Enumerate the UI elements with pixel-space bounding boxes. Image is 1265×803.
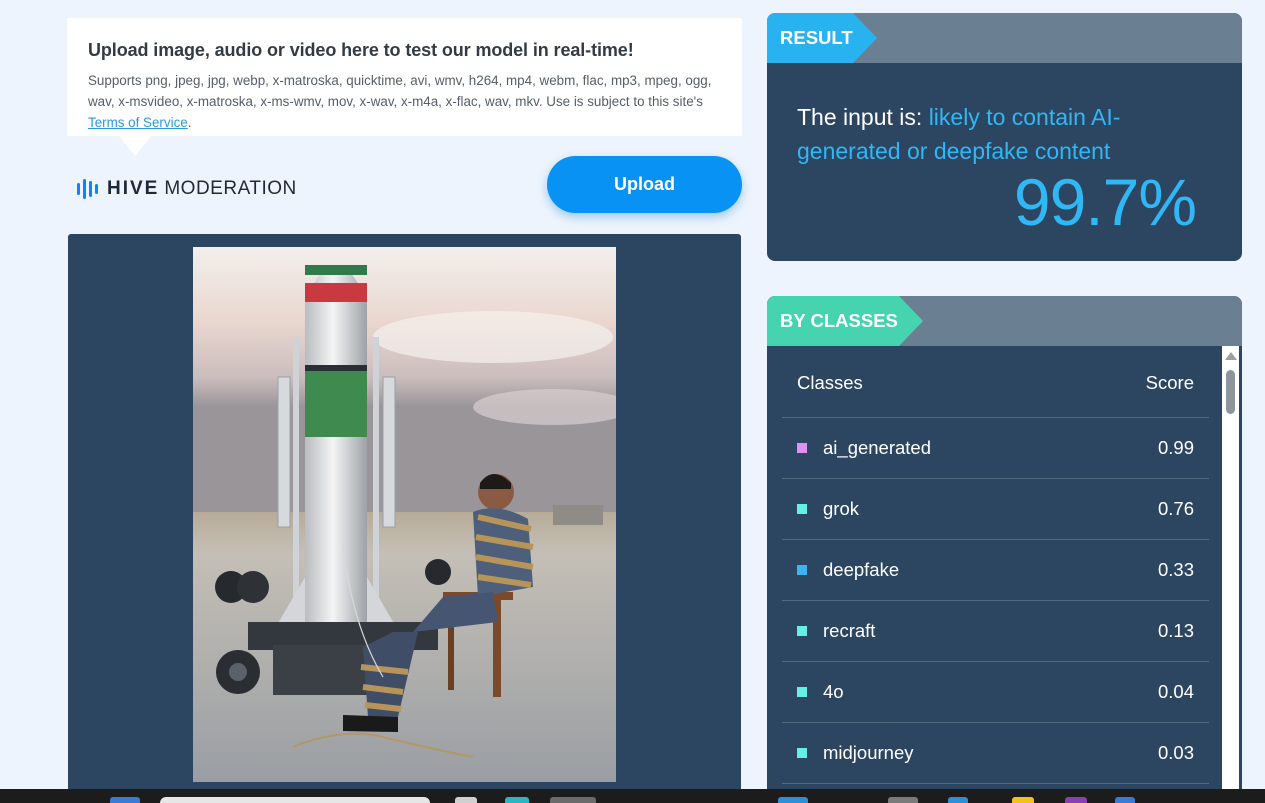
taskbar-windows-icon[interactable] — [110, 797, 140, 803]
class-name: ai_generated — [823, 437, 932, 458]
class-score: 0.03 — [1157, 742, 1194, 763]
terms-suffix: . — [187, 115, 192, 130]
class-color-swatch — [797, 443, 807, 453]
taskbar-app-icon[interactable] — [888, 797, 918, 803]
scroll-up-arrow-icon[interactable] — [1225, 352, 1237, 360]
class-name: 4o — [823, 681, 844, 702]
classes-table: Classes Score ai_generated 0.99 grok 0.7… — [782, 369, 1209, 784]
upload-info-description: Supports png, jpeg, jpg, webp, x-matrosk… — [88, 70, 722, 133]
os-taskbar — [0, 789, 1265, 803]
upload-info-title: Upload image, audio or video here to tes… — [88, 40, 634, 60]
rocket-scene-image — [193, 247, 616, 782]
class-color-swatch — [797, 565, 807, 575]
logo-brand: HIVE — [107, 178, 160, 199]
taskbar-app-icon[interactable] — [455, 797, 477, 803]
audio-bars-icon — [77, 179, 98, 199]
class-score: 0.76 — [1157, 498, 1194, 519]
table-row: 4o 0.04 — [782, 662, 1209, 723]
upload-info-box: Upload image, audio or video here to tes… — [67, 18, 742, 156]
media-preview-panel — [68, 234, 741, 803]
terms-of-service-link[interactable]: Terms of Service — [88, 115, 188, 130]
taskbar-app-icon[interactable] — [1065, 797, 1087, 803]
class-score: 0.04 — [1157, 681, 1194, 702]
classes-table-header: Classes Score — [782, 369, 1209, 418]
taskbar-app-icon[interactable] — [1012, 797, 1034, 803]
class-color-swatch — [797, 687, 807, 697]
class-name: midjourney — [823, 742, 914, 763]
classes-card: BY CLASSES Classes Score ai_generated 0.… — [767, 296, 1242, 803]
classes-card-header: BY CLASSES — [767, 296, 1242, 346]
table-row: grok 0.76 — [782, 479, 1209, 540]
header-classes: Classes — [797, 372, 863, 393]
result-prefix: The input is: — [797, 104, 929, 130]
header-score: Score — [1145, 372, 1194, 393]
result-tag: RESULT — [767, 13, 877, 63]
taskbar-app-icon[interactable] — [1115, 797, 1135, 803]
taskbar-app-icon[interactable] — [778, 797, 808, 803]
result-card-header: RESULT — [767, 13, 1242, 63]
logo-product: MODERATION — [164, 178, 297, 199]
taskbar-app-icon[interactable] — [505, 797, 529, 803]
result-score: 99.7% — [1013, 165, 1197, 239]
taskbar-app-icon[interactable] — [948, 797, 968, 803]
hive-moderation-logo[interactable]: HIVE MODERATION — [77, 178, 297, 200]
class-score: 0.33 — [1157, 559, 1194, 580]
uploaded-image-preview — [193, 247, 616, 782]
taskbar-search-box[interactable] — [160, 797, 430, 803]
table-row: recraft 0.13 — [782, 601, 1209, 662]
table-row: midjourney 0.03 — [782, 723, 1209, 784]
scrollbar-thumb[interactable] — [1226, 370, 1235, 414]
class-color-swatch — [797, 748, 807, 758]
taskbar-app-icon[interactable] — [550, 797, 596, 803]
supported-formats-text: Supports png, jpeg, jpg, webp, x-matrosk… — [88, 73, 712, 109]
table-row: deepfake 0.33 — [782, 540, 1209, 601]
class-score: 0.13 — [1157, 620, 1194, 641]
table-row: ai_generated 0.99 — [782, 418, 1209, 479]
result-card: RESULT The input is: likely to contain A… — [767, 13, 1242, 261]
classes-tag: BY CLASSES — [767, 296, 923, 346]
upload-button[interactable]: Upload — [547, 156, 742, 213]
class-name: grok — [823, 498, 859, 519]
result-verdict-text: The input is: likely to contain AI-gener… — [797, 100, 1187, 168]
class-color-swatch — [797, 504, 807, 514]
classes-scrollbar[interactable] — [1222, 346, 1239, 803]
class-color-swatch — [797, 626, 807, 636]
class-name: deepfake — [823, 559, 900, 580]
class-name: recraft — [823, 620, 876, 641]
class-score: 0.99 — [1157, 437, 1194, 458]
